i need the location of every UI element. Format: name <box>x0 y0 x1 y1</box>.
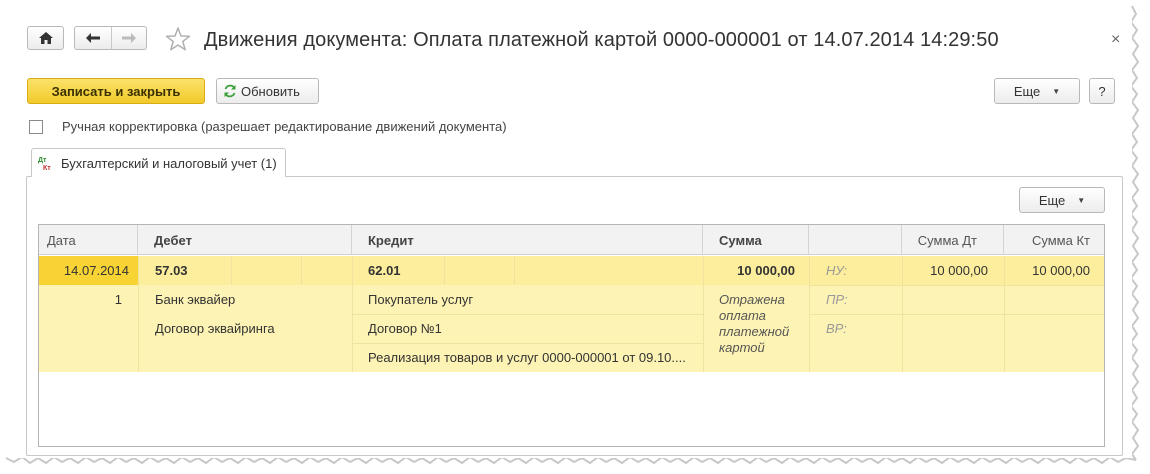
cell-sum-dt: 10 000,00 <box>930 263 988 278</box>
grid-line <box>301 256 302 285</box>
tab-accounting-tax[interactable]: Дт Кт Бухгалтерский и налоговый учет (1) <box>31 148 286 177</box>
more-label: Еще <box>1013 83 1041 99</box>
grid-line <box>138 256 139 372</box>
cell-content: Отражена оплата платежной картой <box>719 292 790 355</box>
close-icon[interactable]: × <box>1111 31 1120 49</box>
postings-table: Дата Дебет Кредит Сумма Сумма Дт Сумма К… <box>38 224 1105 447</box>
cell-credit-sub3: Реализация товаров и услуг 0000-000001 о… <box>368 350 686 365</box>
cell-debit-sub2: Договор эквайринга <box>155 321 275 336</box>
grid-line <box>809 314 1104 315</box>
svg-text:Дт: Дт <box>38 157 47 164</box>
column-credit[interactable]: Кредит <box>352 225 703 255</box>
cell-debit-sub1: Банк эквайер <box>155 292 236 307</box>
forward-button[interactable] <box>110 27 147 49</box>
cell-number: 1 <box>114 292 122 307</box>
help-button[interactable]: ? <box>1089 78 1115 104</box>
arrow-left-icon <box>85 33 100 43</box>
manual-correction-label: Ручная корректировка (разрешает редактир… <box>62 119 507 134</box>
cell-credit-sub1: Покупатель услуг <box>368 292 474 307</box>
window-title: Движения документа: Оплата платежной кар… <box>204 29 999 51</box>
more-actions-button[interactable]: Еще ▼ <box>994 78 1080 104</box>
refresh-button[interactable]: Обновить <box>216 78 319 104</box>
cell-credit-account: 62.01 <box>368 263 401 278</box>
grid-line <box>809 285 1104 286</box>
dropdown-caret-icon: ▼ <box>1077 195 1086 205</box>
dropdown-caret-icon: ▼ <box>1052 86 1061 96</box>
home-button[interactable] <box>27 26 64 50</box>
arrow-right-icon <box>121 33 136 43</box>
home-icon <box>38 32 53 44</box>
refresh-label: Обновить <box>241 83 300 99</box>
tab-label: Бухгалтерский и налоговый учет (1) <box>61 155 277 171</box>
column-sum-kt[interactable]: Сумма Кт <box>1004 225 1104 255</box>
favorite-star-icon[interactable] <box>165 26 191 52</box>
grid-line <box>352 343 703 344</box>
back-button[interactable] <box>75 27 111 49</box>
column-blank[interactable] <box>809 225 902 255</box>
cell-nu-label: НУ: <box>826 263 848 278</box>
grid-line <box>352 314 703 315</box>
cell-credit-sub2: Договор №1 <box>368 321 442 336</box>
history-navigation <box>74 26 147 50</box>
panel-more-actions-button[interactable]: Еще ▼ <box>1019 187 1105 213</box>
column-sum-dt[interactable]: Сумма Дт <box>902 225 1004 255</box>
refresh-icon <box>224 84 236 98</box>
grid-line <box>514 256 515 285</box>
grid-line <box>444 256 445 285</box>
cell-vr-label: ВР: <box>826 321 847 336</box>
manual-correction-checkbox[interactable] <box>29 120 43 134</box>
dt-kt-icon: Дт Кт <box>38 157 51 171</box>
grid-line <box>231 256 232 285</box>
cell-pr-label: ПР: <box>826 292 848 307</box>
cell-sum: 10 000,00 <box>737 263 795 278</box>
panel-more-label: Еще <box>1038 192 1066 208</box>
save-and-close-button[interactable]: Записать и закрыть <box>27 78 205 104</box>
cell-debit-account: 57.03 <box>155 263 188 278</box>
column-debit[interactable]: Дебет <box>138 225 352 255</box>
cell-sum-kt: 10 000,00 <box>1032 263 1090 278</box>
svg-text:Кт: Кт <box>43 165 51 171</box>
cell-date: 14.07.2014 <box>63 263 129 278</box>
column-date[interactable]: Дата <box>39 225 138 255</box>
column-sum[interactable]: Сумма <box>703 225 809 255</box>
document-movements-window: Движения документа: Оплата платежной кар… <box>8 8 1132 458</box>
table-header: Дата Дебет Кредит Сумма Сумма Дт Сумма К… <box>39 225 1104 255</box>
